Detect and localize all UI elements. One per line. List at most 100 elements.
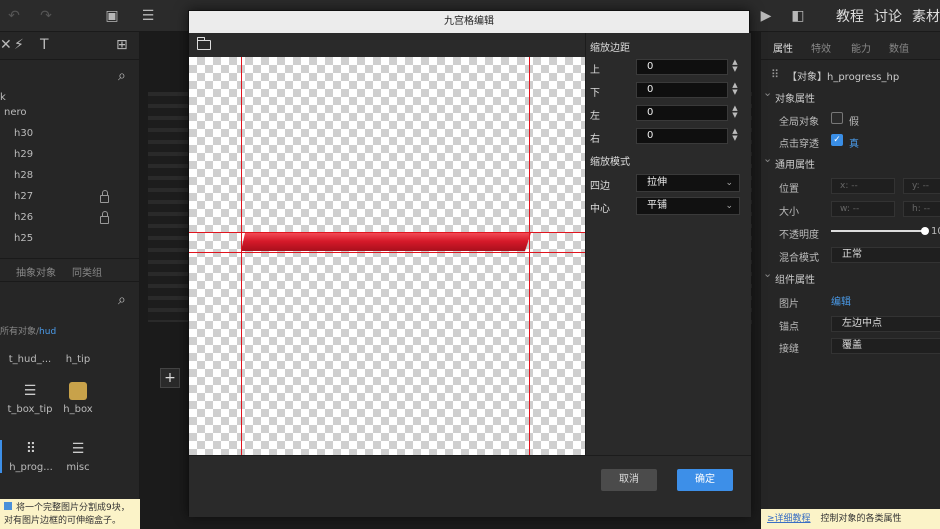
info-icon — [4, 502, 12, 510]
left-margin-input[interactable]: 0 — [636, 105, 728, 121]
opacity-slider-handle[interactable] — [921, 227, 929, 235]
lock-icon[interactable] — [100, 190, 109, 203]
image-icon[interactable]: ▣ — [104, 8, 120, 24]
tree-item[interactable]: h26 — [14, 212, 33, 223]
opacity-slider[interactable] — [831, 230, 925, 232]
asset-label: t_hud_... — [8, 354, 52, 365]
edge-mode-select[interactable]: 拉伸 ⌄ — [636, 174, 740, 192]
tab-abstract-objects[interactable]: 抽象对象 — [16, 264, 56, 279]
slice-guide-top[interactable] — [189, 232, 585, 233]
image-label: 图片 — [779, 299, 799, 310]
slice-guide-bottom[interactable] — [189, 252, 585, 253]
align-icon[interactable]: ☰ — [140, 8, 156, 24]
edge-mode-value: 拉伸 — [647, 177, 667, 188]
ok-button[interactable]: 确定 — [677, 469, 733, 491]
anchor-select[interactable]: 左边中点 — [831, 316, 940, 332]
center-mode-value: 平铺 — [647, 200, 667, 211]
tab-assets[interactable]: 素材 — [912, 6, 940, 26]
asset-item[interactable]: ☰ misc — [48, 440, 108, 473]
tab-properties[interactable]: 属性 — [773, 40, 793, 55]
add-icon[interactable]: ⊞ — [116, 37, 128, 53]
stepper-icon[interactable]: ▲ ▼ — [731, 59, 739, 73]
blend-select[interactable]: 正常 — [831, 247, 940, 263]
text-align-icon: ☰ — [71, 441, 85, 457]
tip-text: 将一个完整图片分割成9块， 对有图片边框的可伸缩盒子。 — [4, 503, 130, 526]
click-through-value: 真 — [849, 139, 859, 150]
chevron-down-icon: ⌄ — [725, 178, 733, 188]
tree-item[interactable]: nero — [4, 107, 27, 118]
progress-bar-image — [241, 233, 531, 251]
text-align-icon: ☰ — [23, 383, 37, 399]
tree-item[interactable]: h29 — [14, 149, 33, 160]
breadcrumb-root[interactable]: 所有对象/ — [0, 327, 39, 337]
slice-preview-canvas[interactable] — [189, 57, 585, 455]
tip-bar: 将一个完整图片分割成9块， 对有图片边框的可伸缩盒子。 — [0, 499, 140, 529]
asset-item[interactable]: h_box — [48, 382, 108, 415]
help-text: 控制对象的各类属性 — [820, 514, 902, 524]
object-name: 【对象】h_progress_hp — [787, 72, 900, 83]
global-checkbox[interactable] — [831, 112, 843, 124]
opacity-value: 10 — [931, 226, 940, 237]
play-icon[interactable]: ▶ — [758, 8, 774, 24]
layout-icon[interactable]: ◧ — [790, 8, 806, 24]
tree-item[interactable]: h28 — [14, 170, 33, 181]
section-common[interactable]: 通用属性 — [763, 152, 815, 171]
top-margin-input[interactable]: 0 — [636, 59, 728, 75]
help-bar: ≥详细教程 控制对象的各类属性 — [761, 509, 940, 529]
asset-label: h_box — [63, 404, 93, 415]
cancel-button[interactable]: 取消 — [601, 469, 657, 491]
size-h-input[interactable]: h: -- — [903, 201, 940, 217]
stepper-icon[interactable]: ▲ ▼ — [731, 82, 739, 96]
right-margin-input[interactable]: 0 — [636, 128, 728, 144]
mode-title: 缩放模式 — [590, 157, 630, 168]
stepper-icon[interactable]: ▲ ▼ — [731, 128, 739, 142]
bottom-margin-input[interactable]: 0 — [636, 82, 728, 98]
dialog-toolbar — [189, 33, 585, 57]
pos-x-input[interactable]: x: -- — [831, 178, 895, 194]
stepper-icon[interactable]: ▲ ▼ — [731, 105, 739, 119]
slice-guide-left[interactable] — [241, 57, 242, 455]
tree-item[interactable]: h27 — [14, 191, 33, 202]
click-through-checkbox[interactable]: ✓ — [831, 134, 843, 146]
section-component[interactable]: 组件属性 — [763, 267, 815, 286]
asset-label: t_box_tip — [7, 404, 53, 415]
chevron-down-icon: ⌄ — [725, 201, 733, 211]
left-label: 左 — [590, 111, 600, 122]
tree-item[interactable]: h25 — [14, 233, 33, 244]
section-object[interactable]: 对象属性 — [763, 86, 815, 105]
shape-icon[interactable]: ✕ — [0, 37, 12, 53]
click-through-label: 点击穿透 — [779, 139, 819, 150]
image-edit-link[interactable]: 编辑 — [831, 293, 851, 308]
redo-icon[interactable]: ↷ — [38, 8, 54, 24]
pos-y-input[interactable]: y: -- — [903, 178, 940, 194]
breadcrumb-current[interactable]: hud — [39, 327, 56, 337]
tab-effects[interactable]: 特效 — [811, 40, 831, 55]
slice-guide-right[interactable] — [529, 57, 530, 455]
undo-icon[interactable]: ↶ — [6, 8, 22, 24]
search-icon[interactable]: ⌕ — [118, 68, 126, 84]
search-icon[interactable]: ⌕ — [118, 292, 126, 308]
tab-abilities[interactable]: 能力 — [851, 40, 871, 55]
text-tool-icon[interactable]: T — [40, 37, 49, 53]
tab-tutorial[interactable]: 教程 — [836, 6, 864, 26]
center-mode-select[interactable]: 平铺 ⌄ — [636, 197, 740, 215]
seam-select[interactable]: 覆盖 — [831, 338, 940, 354]
lightning-icon[interactable]: ⚡ — [14, 37, 24, 53]
help-link[interactable]: ≥详细教程 — [767, 514, 811, 524]
asset-label: h_tip — [65, 354, 91, 365]
dialog-title: 九宫格编辑 — [189, 11, 749, 33]
breadcrumb: 所有对象/hud — [0, 324, 56, 337]
asset-item[interactable]: h_tip — [48, 354, 108, 365]
tree-item[interactable]: k — [0, 92, 6, 103]
size-w-input[interactable]: w: -- — [831, 201, 895, 217]
opacity-label: 不透明度 — [779, 230, 819, 241]
tab-groups[interactable]: 同类组 — [72, 264, 102, 279]
folder-open-icon[interactable] — [196, 37, 211, 50]
tab-values[interactable]: 数值 — [889, 40, 909, 55]
tab-discussion[interactable]: 讨论 — [874, 6, 902, 26]
lock-icon[interactable] — [100, 211, 109, 224]
tree-item[interactable]: h30 — [14, 128, 33, 139]
left-toolbar: ✕ ⚡ T ⊞ — [0, 32, 139, 60]
add-layer-button[interactable]: + — [160, 368, 180, 388]
sprite-strip — [148, 92, 188, 322]
